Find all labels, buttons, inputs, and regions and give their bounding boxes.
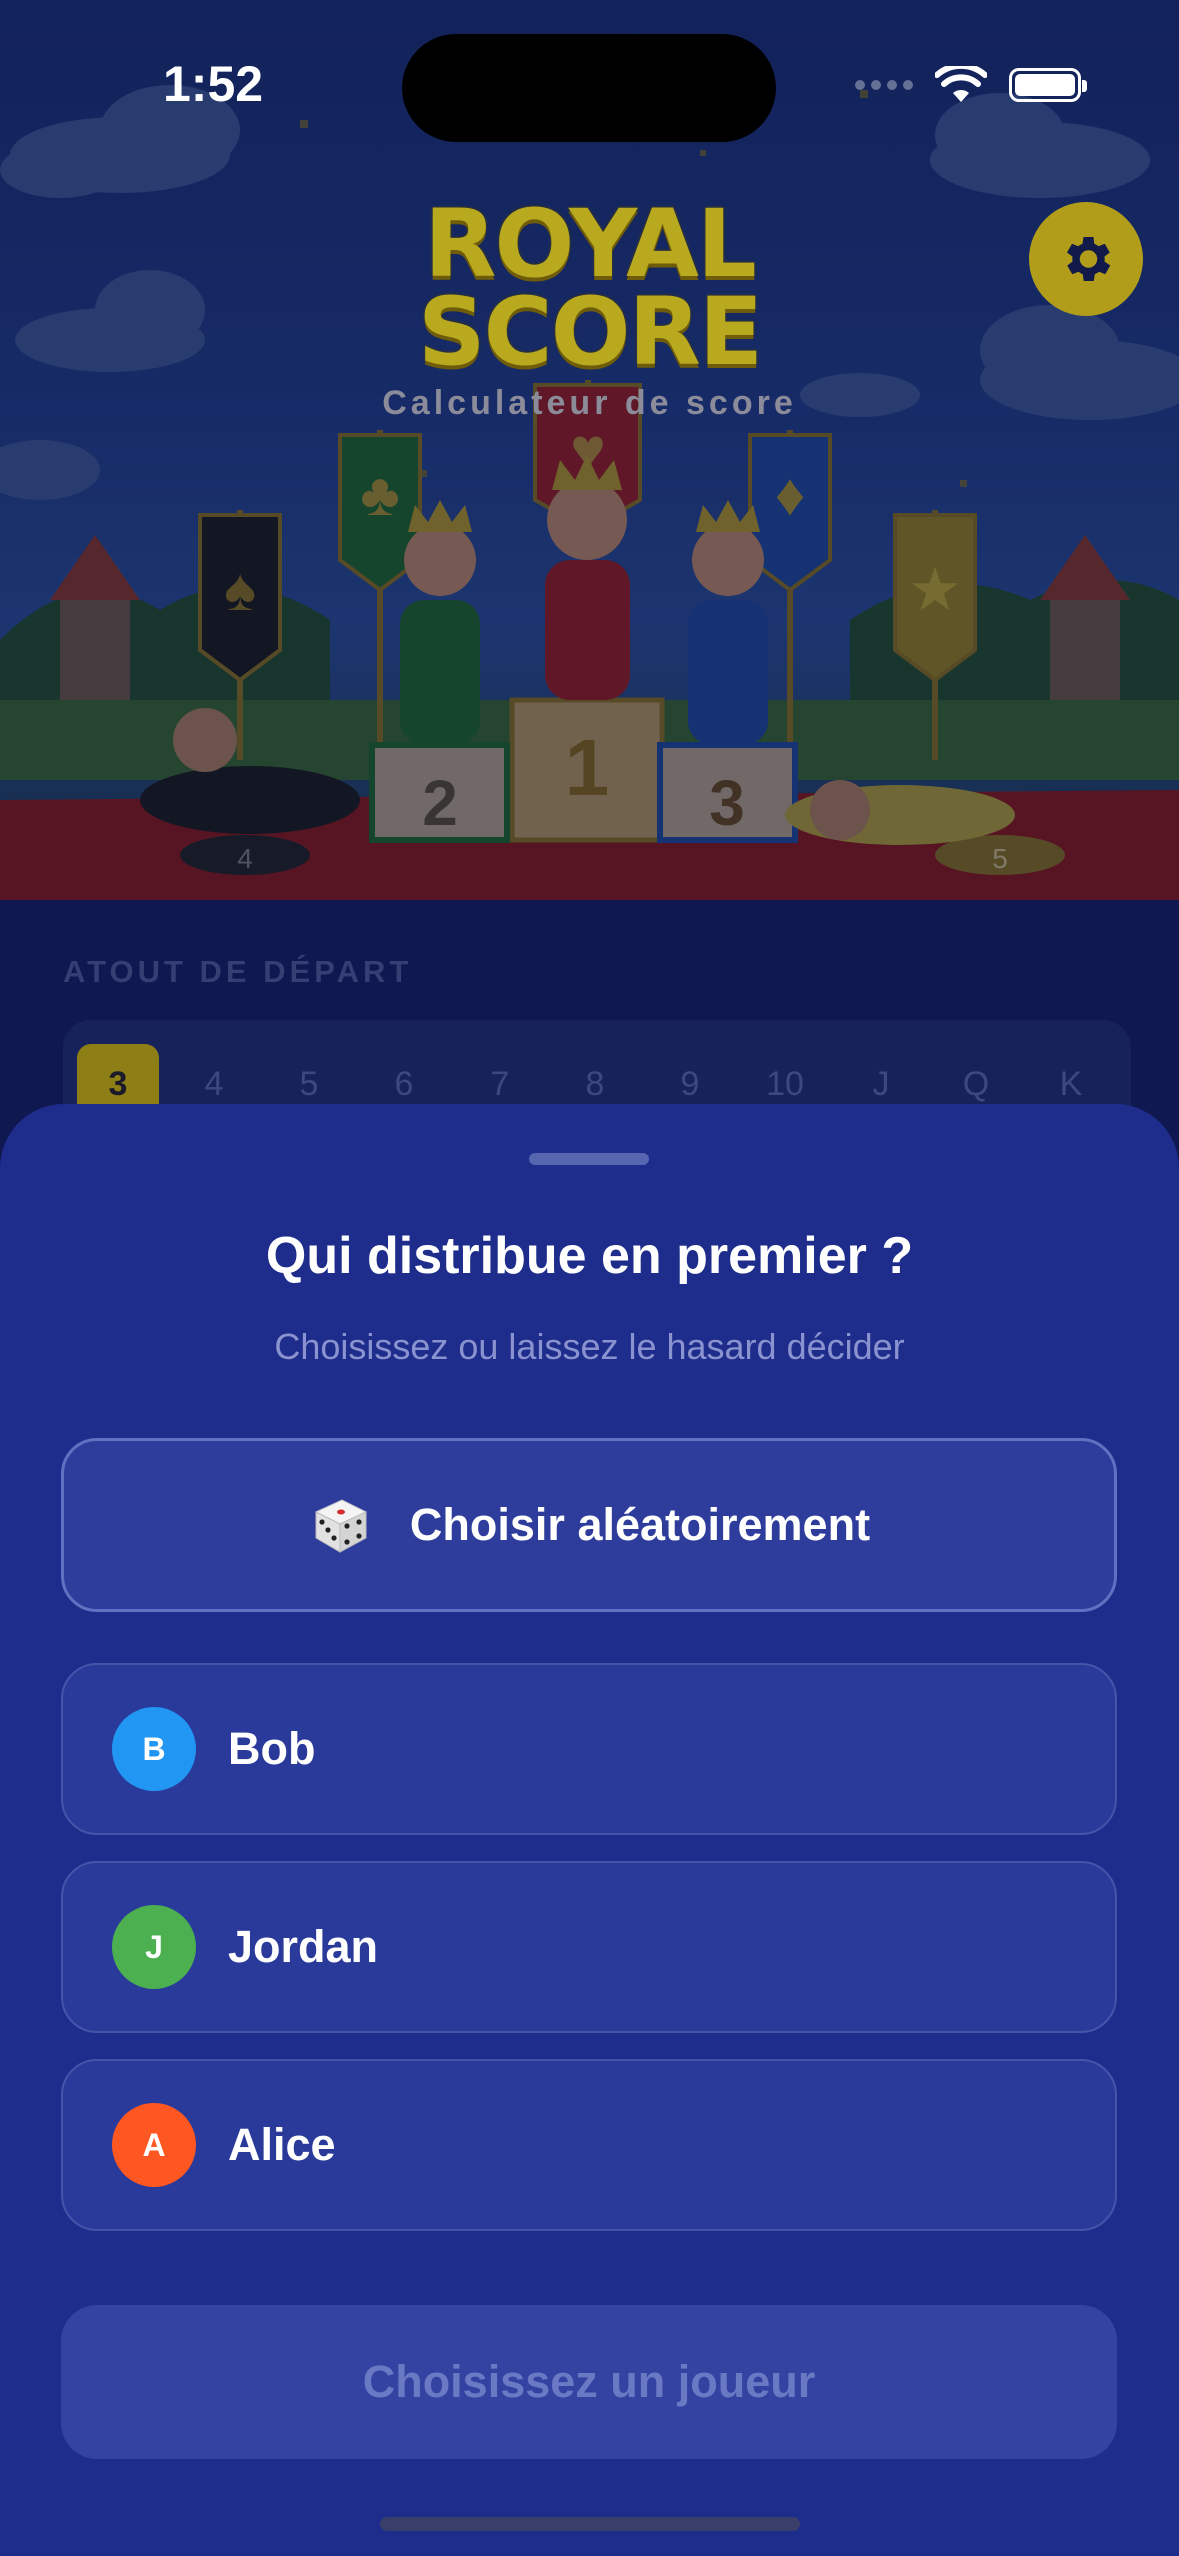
home-indicator[interactable] [380, 2517, 800, 2531]
avatar: B [112, 1707, 196, 1791]
app-subtitle: Calculateur de score [382, 384, 797, 422]
sheet-title: Qui distribue en premier ? [265, 1227, 914, 1285]
signal-icon [855, 80, 913, 90]
avatar: A [112, 2103, 196, 2187]
random-dealer-button[interactable]: Choisir aléatoirement [61, 1438, 1117, 1612]
app-logo-line2: SCORE [417, 278, 763, 387]
random-dealer-label: Choisir aléatoirement [409, 1499, 871, 1550]
player-option-jordan[interactable]: J Jordan [61, 1861, 1117, 2033]
atout-section-label: ATOUT DE DÉPART [63, 954, 413, 989]
player-name: Bob [228, 1723, 316, 1774]
dice-icon [314, 1499, 368, 1553]
dynamic-island [402, 34, 776, 142]
player-option-alice[interactable]: A Alice [61, 2059, 1117, 2231]
confirm-dealer-button[interactable]: Choisissez un joueur [61, 2305, 1117, 2459]
player-option-bob[interactable]: B Bob [61, 1663, 1117, 1835]
status-time: 1:52 [163, 56, 264, 112]
sheet-grabber[interactable] [529, 1153, 649, 1165]
wifi-icon [935, 66, 987, 102]
player-name: Alice [228, 2119, 336, 2170]
battery-icon [1009, 68, 1087, 102]
status-icons [855, 66, 1087, 104]
sheet-subtitle: Choisissez ou laissez le hasard décider [274, 1326, 905, 1367]
player-name: Jordan [228, 1921, 379, 1972]
avatar: J [112, 1905, 196, 1989]
